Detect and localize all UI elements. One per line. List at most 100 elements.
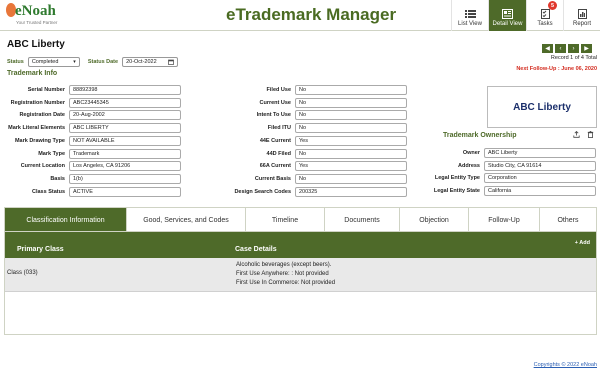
page-title: ABC Liberty (7, 39, 65, 50)
field-row: Filed ITU No (200, 123, 407, 134)
field-value[interactable]: No (295, 148, 407, 159)
tab-timeline[interactable]: Timeline (246, 208, 325, 232)
field-value[interactable]: Trademark (69, 148, 181, 159)
field-value[interactable]: Yes (295, 161, 407, 172)
row-details: Alcoholic beverages (except beers). Firs… (236, 261, 335, 288)
status-date-label: Status Date (87, 59, 119, 65)
nav-tasks-label: Tasks (537, 21, 553, 27)
tab-objection[interactable]: Objection (400, 208, 469, 232)
field-row: Mark Drawing Type NOT AVAILABLE (0, 135, 181, 146)
status-date-input[interactable]: 20-Oct-2022 (122, 57, 179, 67)
classification-grid: + Add Primary Class Case Details Class (… (4, 231, 597, 335)
field-row: Serial Number 88892398 (0, 85, 181, 95)
field-value[interactable]: ACTIVE (69, 186, 181, 197)
first-record-button[interactable]: ◀ (542, 44, 553, 53)
brand-preview: ABC Liberty (487, 86, 597, 128)
col-primary-class: Primary Class (17, 246, 64, 253)
field-row: 44D Filed No (200, 148, 407, 159)
copyright-link[interactable]: Copyrights © 2022 eNoah (534, 362, 597, 368)
top-header: eNoah Your Trusted Partner eTrademark Ma… (0, 0, 600, 31)
nav-detail-view-label: Detail View (492, 21, 523, 27)
field-value[interactable]: NOT AVAILABLE (69, 135, 181, 146)
status-label: Status (7, 59, 24, 65)
status-row: Status Completed ▾ Status Date 20-Oct-20… (7, 57, 179, 67)
field-row: Current Use No (200, 97, 407, 108)
field-row: 66A Current Yes (200, 161, 407, 172)
field-row: Current Location Los Angeles, CA 91206 (0, 161, 181, 172)
field-value[interactable]: No (295, 97, 407, 108)
nav-list-view[interactable]: List View (451, 0, 488, 31)
prev-record-button[interactable]: ‹ (555, 44, 566, 53)
field-value[interactable]: No (295, 123, 407, 134)
field-row: Legal Entity State California (400, 186, 596, 197)
field-label: 44E Current (259, 137, 291, 144)
field-value[interactable]: Studio City, CA 91614 (484, 160, 596, 171)
row-class: Class (033) (7, 270, 38, 276)
next-record-button[interactable]: › (568, 44, 579, 53)
field-label: 66A Current (259, 163, 291, 170)
nav-list-view-label: List View (458, 21, 482, 27)
nav-detail-view[interactable]: Detail View (488, 0, 526, 31)
table-row[interactable]: Class (033) Alcoholic beverages (except … (5, 258, 596, 292)
field-row: Basis 1(b) (0, 173, 181, 184)
field-value[interactable]: 200325 (295, 186, 407, 197)
field-value[interactable]: ABC Liberty (484, 148, 596, 158)
upload-icon[interactable] (573, 131, 580, 138)
calendar-icon (168, 59, 174, 65)
field-label: 44D Filed (266, 150, 291, 157)
ownership-actions (573, 131, 594, 138)
tab-classification-information[interactable]: Classification Information (5, 208, 127, 232)
logo-tagline: Your Trusted Partner (16, 20, 58, 25)
field-value[interactable]: No (295, 110, 407, 121)
next-follow-up: Next Follow-Up : June 06, 2020 (516, 66, 597, 72)
trademark-info-title: Trademark Info (7, 70, 58, 77)
field-label: Legal Entity State (433, 188, 480, 195)
top-nav: List View Detail View 5 Tasks Report (451, 0, 600, 31)
field-value[interactable]: California (484, 186, 596, 197)
field-label: Current Location (20, 163, 65, 170)
field-value[interactable]: Los Angeles, CA 91206 (69, 161, 181, 172)
trash-icon[interactable] (587, 131, 594, 138)
tasks-icon (540, 9, 550, 19)
field-label: Registration Date (19, 112, 65, 119)
last-record-button[interactable]: ▶ (581, 44, 592, 53)
logo[interactable]: eNoah Your Trusted Partner (6, 3, 78, 28)
nav-report[interactable]: Report (563, 0, 600, 31)
row-detail-line: First Use Anywhere: : Not provided (236, 271, 329, 277)
field-row: Mark Type Trademark (0, 148, 181, 159)
tab-others[interactable]: Others (540, 208, 596, 232)
tab-good-services-codes[interactable]: Good, Services, and Codes (127, 208, 246, 232)
tab-follow-up[interactable]: Follow-Up (469, 208, 540, 232)
field-label: Basis (50, 175, 65, 182)
field-value[interactable]: Corporation (484, 173, 596, 184)
field-label: Mark Type (38, 150, 65, 157)
col-case-details: Case Details (235, 246, 277, 253)
field-row: Current Basis No (200, 173, 407, 184)
field-value[interactable]: 1(b) (69, 173, 181, 184)
field-row: Design Search Codes 200325 (200, 186, 407, 197)
field-value[interactable]: ABC LIBERTY (69, 123, 181, 134)
field-row: Legal Entity Type Corporation (400, 173, 596, 184)
ownership-title: Trademark Ownership (443, 132, 517, 139)
field-row: Registration Date 20-Aug-2002 (0, 110, 181, 121)
field-value[interactable]: 20-Aug-2002 (69, 110, 181, 121)
logo-text: eNoah (15, 3, 56, 19)
field-value[interactable]: 88892398 (69, 85, 181, 95)
field-label: Legal Entity Type (434, 175, 480, 182)
nav-tasks[interactable]: 5 Tasks (526, 0, 563, 31)
field-value[interactable]: Yes (295, 135, 407, 146)
app-title: eTrademark Manager (226, 5, 397, 24)
field-value[interactable]: No (295, 173, 407, 184)
field-label: Class Status (31, 188, 65, 195)
field-value[interactable]: No (295, 85, 407, 95)
add-class-button[interactable]: + Add (575, 240, 590, 246)
grid-header: + Add Primary Class Case Details (5, 232, 596, 258)
field-row: Class Status ACTIVE (0, 186, 181, 197)
tasks-count-badge: 5 (548, 1, 557, 10)
field-value[interactable]: ABC23445345 (69, 97, 181, 108)
status-select[interactable]: Completed ▾ (27, 57, 80, 67)
field-row: Owner ABC Liberty (400, 148, 596, 158)
row-detail-line: First Use In Commerce: Not provided (236, 280, 336, 286)
tab-documents[interactable]: Documents (325, 208, 400, 232)
field-row: Filed Use No (200, 85, 407, 95)
